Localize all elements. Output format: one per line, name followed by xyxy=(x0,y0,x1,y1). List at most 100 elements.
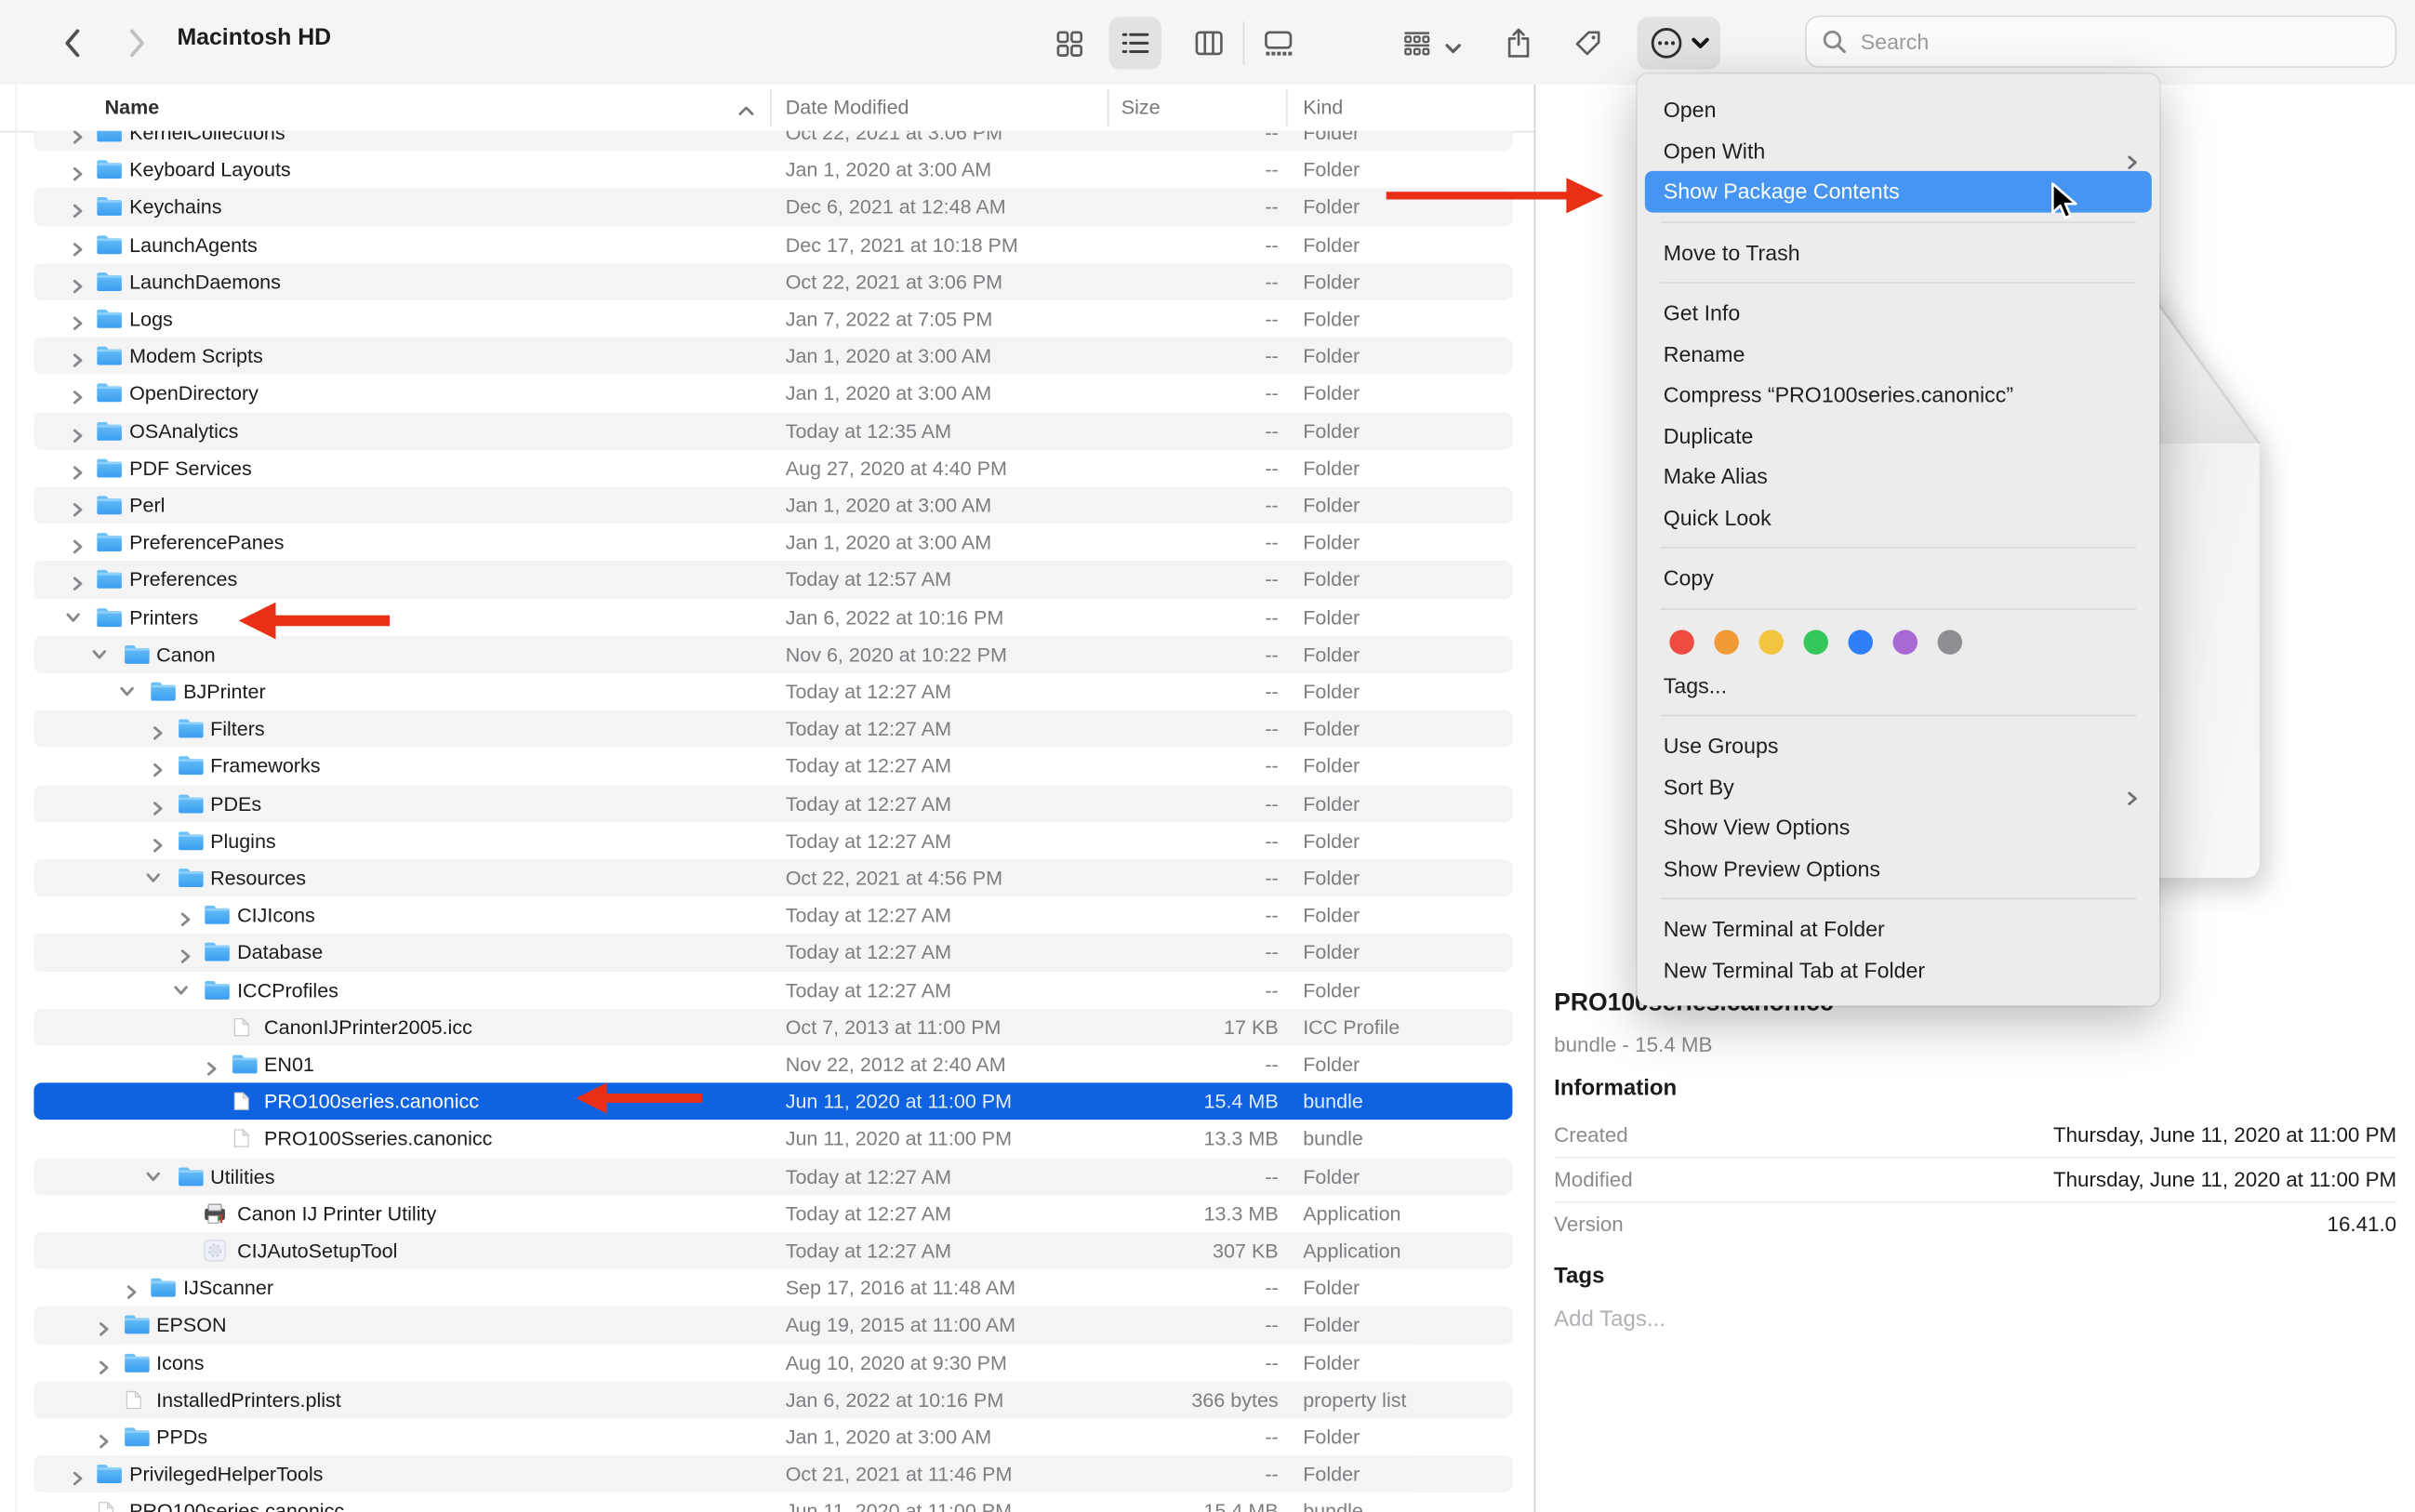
tag-color-dot[interactable] xyxy=(1849,630,1874,655)
disclosure-right-icon[interactable] xyxy=(70,424,84,438)
menu-item-get-info[interactable]: Get Info xyxy=(1638,293,2159,334)
file-row-modem-scripts[interactable]: Modem ScriptsJan 1, 2020 at 3:00 AM--Fol… xyxy=(0,338,1534,375)
disclosure-right-icon[interactable] xyxy=(70,536,84,550)
disclosure-right-icon[interactable] xyxy=(151,834,165,848)
file-row-frameworks[interactable]: FrameworksToday at 12:27 AM--Folder xyxy=(0,748,1534,785)
file-row-en01[interactable]: EN01Nov 22, 2012 at 2:40 AM--Folder xyxy=(0,1046,1534,1083)
disclosure-right-icon[interactable] xyxy=(70,312,84,326)
file-row-pdes[interactable]: PDEsToday at 12:27 AM--Folder xyxy=(0,785,1534,822)
file-row-osanalytics[interactable]: OSAnalyticsToday at 12:35 AM--Folder xyxy=(0,412,1534,449)
menu-item-make-alias[interactable]: Make Alias xyxy=(1638,456,2159,497)
column-header-size[interactable]: Size xyxy=(1121,96,1161,119)
disclosure-right-icon[interactable] xyxy=(124,1281,138,1295)
tag-color-dot[interactable] xyxy=(1714,630,1739,655)
disclosure-down-icon[interactable] xyxy=(151,871,165,885)
file-row-ijscanner[interactable]: IJScannerSep 17, 2016 at 11:48 AM--Folde… xyxy=(0,1269,1534,1306)
tags-button[interactable] xyxy=(1561,17,1613,69)
sort-ascending-icon[interactable] xyxy=(737,99,754,122)
menu-item-show-preview-options[interactable]: Show Preview Options xyxy=(1638,848,2159,889)
disclosure-right-icon[interactable] xyxy=(97,1356,111,1370)
file-row-iccprofiles[interactable]: ICCProfilesToday at 12:27 AM--Folder xyxy=(0,971,1534,1008)
file-row-bjprinter[interactable]: BJPrinterToday at 12:27 AM--Folder xyxy=(0,673,1534,710)
menu-item-sort-by[interactable]: Sort By xyxy=(1638,766,2159,807)
file-row-preferences[interactable]: PreferencesToday at 12:57 AM--Folder xyxy=(0,562,1534,599)
disclosure-right-icon[interactable] xyxy=(70,163,84,177)
disclosure-down-icon[interactable] xyxy=(124,684,138,698)
file-row-printers[interactable]: PrintersJan 6, 2022 at 10:16 PM--Folder xyxy=(0,599,1534,636)
file-row-launchagents[interactable]: LaunchAgentsDec 17, 2021 at 10:18 PM--Fo… xyxy=(0,226,1534,263)
file-row-filters[interactable]: FiltersToday at 12:27 AM--Folder xyxy=(0,710,1534,748)
file-row-installedprinters-plist[interactable]: InstalledPrinters.plistJan 6, 2022 at 10… xyxy=(0,1381,1534,1418)
forward-button[interactable] xyxy=(111,17,163,69)
menu-item-compress-pro100series-canonicc[interactable]: Compress “PRO100series.canonicc” xyxy=(1638,374,2159,415)
menu-item-rename[interactable]: Rename xyxy=(1638,334,2159,375)
disclosure-right-icon[interactable] xyxy=(178,946,192,960)
file-row-icons[interactable]: IconsAug 10, 2020 at 9:30 PM--Folder xyxy=(0,1344,1534,1381)
group-by-button[interactable] xyxy=(1391,17,1443,69)
tag-color-dot[interactable] xyxy=(1803,630,1828,655)
search-input[interactable] xyxy=(1857,28,2326,56)
disclosure-right-icon[interactable] xyxy=(178,909,192,922)
menu-item-copy[interactable]: Copy xyxy=(1638,558,2159,599)
disclosure-right-icon[interactable] xyxy=(70,131,84,139)
disclosure-down-icon[interactable] xyxy=(151,1169,165,1183)
menu-item-open-with[interactable]: Open With xyxy=(1638,130,2159,171)
file-row-database[interactable]: DatabaseToday at 12:27 AM--Folder xyxy=(0,934,1534,971)
menu-item-use-groups[interactable]: Use Groups xyxy=(1638,725,2159,766)
more-actions-button[interactable] xyxy=(1638,17,1720,69)
disclosure-down-icon[interactable] xyxy=(70,610,84,624)
menu-item-open[interactable]: Open xyxy=(1638,89,2159,130)
file-row-pro100series-canonicc[interactable]: PRO100series.canoniccJun 11, 2020 at 11:… xyxy=(0,1083,1534,1121)
tag-color-dot[interactable] xyxy=(1938,630,1963,655)
disclosure-down-icon[interactable] xyxy=(178,983,192,997)
disclosure-right-icon[interactable] xyxy=(70,573,84,587)
share-button[interactable] xyxy=(1493,17,1545,69)
add-tags-field[interactable]: Add Tags... xyxy=(1554,1307,1665,1333)
file-row-privilegedhelpertools[interactable]: PrivilegedHelperToolsOct 21, 2021 at 11:… xyxy=(0,1455,1534,1492)
file-row-cijautosetuptool[interactable]: CIJAutoSetupToolToday at 12:27 AM307 KBA… xyxy=(0,1232,1534,1269)
file-row-utilities[interactable]: UtilitiesToday at 12:27 AM--Folder xyxy=(0,1158,1534,1195)
column-header-name[interactable]: Name xyxy=(105,96,160,119)
disclosure-right-icon[interactable] xyxy=(151,760,165,774)
file-row-resources[interactable]: ResourcesOct 22, 2021 at 4:56 PM--Folder xyxy=(0,859,1534,896)
disclosure-right-icon[interactable] xyxy=(70,1467,84,1481)
disclosure-right-icon[interactable] xyxy=(70,200,84,214)
list-view-button[interactable] xyxy=(1109,17,1161,69)
disclosure-right-icon[interactable] xyxy=(97,1319,111,1333)
file-row-plugins[interactable]: PluginsToday at 12:27 AM--Folder xyxy=(0,822,1534,859)
file-row-cijicons[interactable]: CIJIconsToday at 12:27 AM--Folder xyxy=(0,896,1534,934)
tag-color-dot[interactable] xyxy=(1893,630,1918,655)
disclosure-right-icon[interactable] xyxy=(70,237,84,251)
menu-item-new-terminal-at-folder[interactable]: New Terminal at Folder xyxy=(1638,909,2159,949)
column-view-button[interactable] xyxy=(1183,17,1235,69)
disclosure-down-icon[interactable] xyxy=(97,647,111,661)
icon-view-button[interactable] xyxy=(1042,17,1095,69)
file-row-logs[interactable]: LogsJan 7, 2022 at 7:05 PM--Folder xyxy=(0,300,1534,338)
file-row-preferencepanes[interactable]: PreferencePanesJan 1, 2020 at 3:00 AM--F… xyxy=(0,524,1534,561)
file-row-canonijprinter2005-icc[interactable]: CanonIJPrinter2005.iccOct 7, 2013 at 11:… xyxy=(0,1009,1534,1046)
column-header-date[interactable]: Date Modified xyxy=(786,96,909,119)
file-row-keyboard-layouts[interactable]: Keyboard LayoutsJan 1, 2020 at 3:00 AM--… xyxy=(0,152,1534,189)
disclosure-right-icon[interactable] xyxy=(70,350,84,364)
menu-item-show-view-options[interactable]: Show View Options xyxy=(1638,807,2159,848)
file-row-pdf-services[interactable]: PDF ServicesAug 27, 2020 at 4:40 PM--Fol… xyxy=(0,449,1534,486)
disclosure-right-icon[interactable] xyxy=(151,797,165,811)
file-row-pro100sseries-canonicc[interactable]: PRO100Sseries.canoniccJun 11, 2020 at 11… xyxy=(0,1121,1534,1158)
menu-item-duplicate[interactable]: Duplicate xyxy=(1638,415,2159,456)
file-row-launchdaemons[interactable]: LaunchDaemonsOct 22, 2021 at 3:06 PM--Fo… xyxy=(0,263,1534,300)
menu-item-quick-look[interactable]: Quick Look xyxy=(1638,497,2159,537)
disclosure-right-icon[interactable] xyxy=(97,1430,111,1444)
file-row-kernelcollections[interactable]: KernelCollectionsOct 22, 2021 at 3:06 PM… xyxy=(0,131,1534,152)
menu-item-new-terminal-tab-at-folder[interactable]: New Terminal Tab at Folder xyxy=(1638,949,2159,990)
disclosure-right-icon[interactable] xyxy=(70,387,84,401)
gallery-view-button[interactable] xyxy=(1253,17,1305,69)
file-row-epson[interactable]: EPSONAug 19, 2015 at 11:00 AM--Folder xyxy=(0,1306,1534,1344)
column-header-kind[interactable]: Kind xyxy=(1303,96,1343,119)
menu-item-tags[interactable]: Tags... xyxy=(1638,665,2159,706)
back-button[interactable] xyxy=(46,17,99,69)
tag-color-dot[interactable] xyxy=(1669,630,1694,655)
file-row-opendirectory[interactable]: OpenDirectoryJan 1, 2020 at 3:00 AM--Fol… xyxy=(0,375,1534,412)
file-row-canon-ij-printer-utility[interactable]: Canon IJ Printer UtilityToday at 12:27 A… xyxy=(0,1195,1534,1232)
disclosure-right-icon[interactable] xyxy=(70,274,84,288)
file-row-keychains[interactable]: KeychainsDec 6, 2021 at 12:48 AM--Folder xyxy=(0,189,1534,226)
